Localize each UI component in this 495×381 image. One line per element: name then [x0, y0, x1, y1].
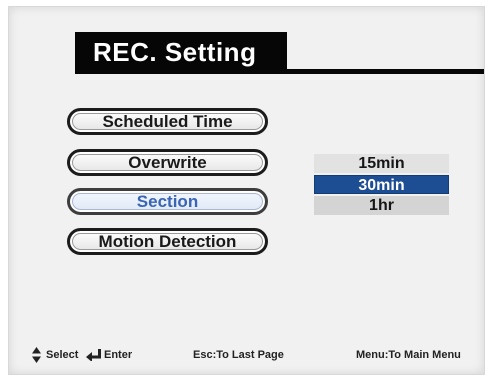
page-title: REC. Setting: [93, 37, 257, 67]
option-30min[interactable]: 30min: [314, 175, 449, 194]
scheduled-time-button[interactable]: Scheduled Time: [67, 108, 268, 135]
option-15min[interactable]: 15min: [314, 154, 449, 173]
title-bar: REC. Setting: [75, 32, 287, 74]
menu-hint: Menu:To Main Menu: [356, 349, 461, 361]
title-underline: [287, 69, 484, 74]
enter-hint: Enter: [104, 349, 133, 361]
section-button[interactable]: Section: [67, 188, 268, 215]
footer-hints: Select Enter Esc:To Last Page Menu:To Ma…: [0, 346, 495, 366]
osd-screen: REC. Setting Scheduled Time Overwrite Se…: [8, 6, 485, 375]
enter-arrow-icon: [86, 349, 101, 361]
motion-detection-button[interactable]: Motion Detection: [67, 228, 268, 255]
select-hint: Select: [46, 349, 79, 361]
overwrite-button[interactable]: Overwrite: [67, 149, 268, 176]
esc-hint: Esc:To Last Page: [193, 349, 284, 361]
up-down-arrow-icon: [32, 347, 41, 363]
option-1hr[interactable]: 1hr: [314, 196, 449, 215]
